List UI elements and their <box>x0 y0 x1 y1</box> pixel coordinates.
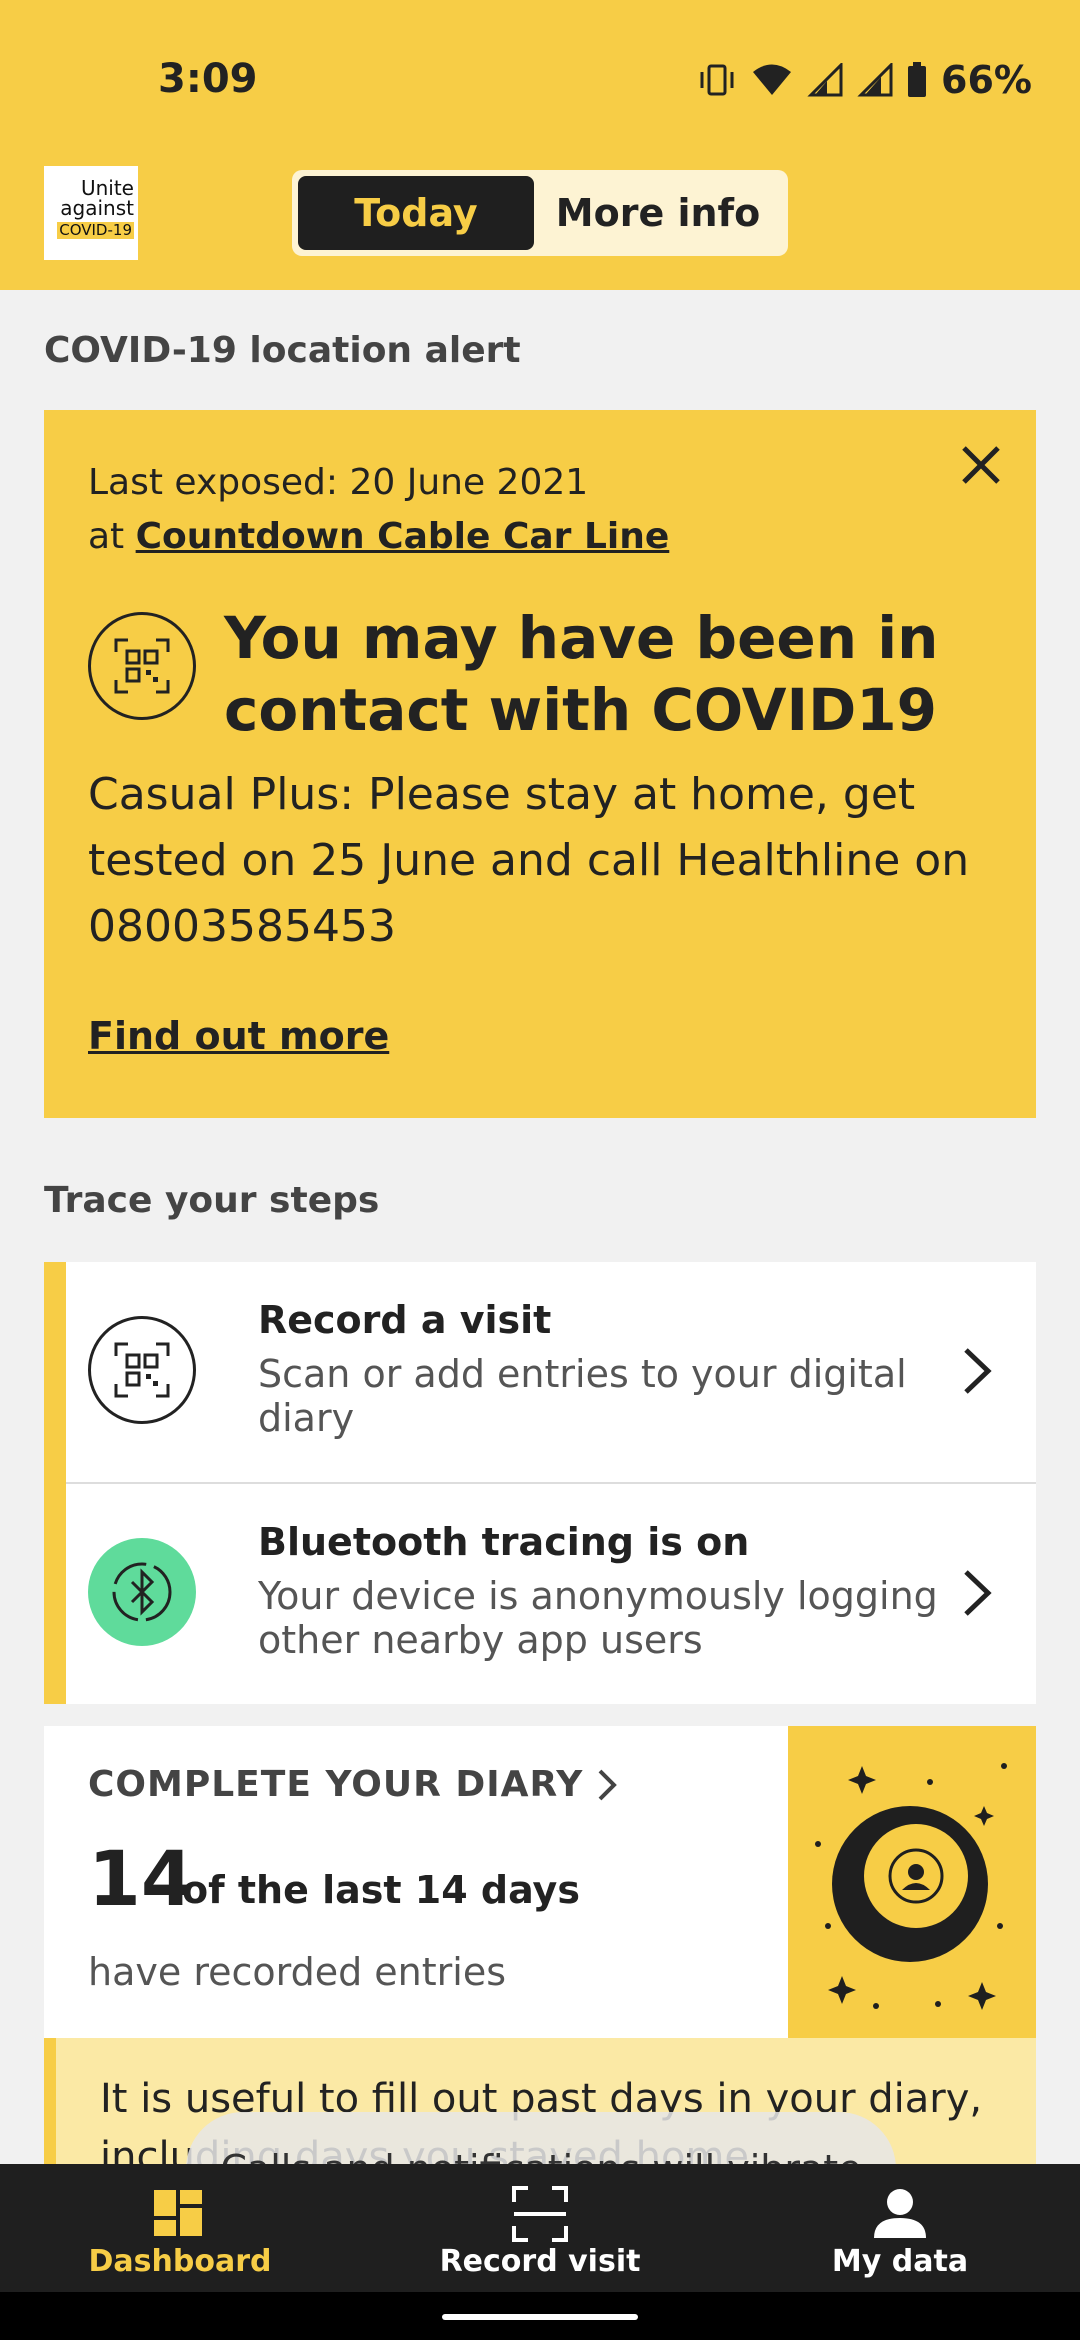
bottom-nav: Dashboard Record visit My data <box>0 2164 1080 2292</box>
status-time: 3:09 <box>158 56 258 102</box>
scan-icon <box>512 2186 568 2242</box>
last-exposed: Last exposed: 20 June 2021 <box>88 462 589 503</box>
nav-dashboard[interactable]: Dashboard <box>0 2164 360 2292</box>
diary-heading: COMPLETE YOUR DIARY <box>88 1764 618 1805</box>
tip-accent <box>44 2038 56 2164</box>
status-bar: 3:09 66% <box>0 0 1080 160</box>
app-logo: Unite against COVID-19 <box>44 166 138 260</box>
find-out-more-link[interactable]: Find out more <box>88 1014 389 1058</box>
tab-more-info[interactable]: More info <box>534 176 782 250</box>
diary-illustration <box>788 1726 1036 2038</box>
battery-percent: 66% <box>941 58 1032 102</box>
record-visit-title: Record a visit <box>258 1298 552 1342</box>
gesture-bar <box>0 2292 1080 2340</box>
record-visit-desc: Scan or add entries to your digital diar… <box>258 1352 907 1440</box>
logo-line1: Unite <box>80 176 134 200</box>
bluetooth-icon <box>88 1538 196 1646</box>
bluetooth-row[interactable]: Bluetooth tracing is on Your device is a… <box>66 1484 1036 1704</box>
steps-section-title: Trace your steps <box>44 1180 380 1221</box>
nav-my-data-label: My data <box>831 2244 969 2279</box>
wifi-icon <box>753 64 792 95</box>
view-switcher: Today More info <box>292 170 788 256</box>
signal-icon <box>807 63 843 97</box>
location-link[interactable]: Countdown Cable Car Line <box>136 516 670 557</box>
tab-today[interactable]: Today <box>298 176 534 250</box>
chevron-right-icon <box>598 1769 618 1800</box>
status-icons: 66% <box>697 58 1032 102</box>
alert-body: Casual Plus: Please stay at home, get te… <box>88 769 970 952</box>
dashboard-icon <box>154 2190 202 2236</box>
chevron-right-icon <box>964 1570 992 1616</box>
diary-count-suffix: of the last 14 days <box>182 1868 580 1912</box>
close-icon[interactable] <box>958 442 1004 488</box>
qr-code-icon <box>88 1316 196 1424</box>
home-handle[interactable] <box>442 2314 638 2320</box>
qr-code-icon <box>88 612 196 720</box>
exposure-alert-card: Last exposed: 20 June 2021 at Countdown … <box>44 410 1036 1118</box>
bluetooth-desc: Your device is anonymously logging other… <box>258 1574 938 1662</box>
diary-subtitle: have recorded entries <box>88 1950 506 1994</box>
alert-heading: You may have been in contact with COVID1… <box>224 604 939 744</box>
alert-section-title: COVID-19 location alert <box>44 330 521 371</box>
vibrate-icon <box>700 64 734 96</box>
nav-my-data[interactable]: My data <box>720 2164 1080 2292</box>
header: Unite against COVID-19 Today More info <box>0 160 1080 290</box>
steps-card: Record a visit Scan or add entries to yo… <box>44 1262 1036 1704</box>
chevron-right-icon <box>964 1348 992 1394</box>
battery-icon <box>908 62 927 97</box>
nav-record-visit[interactable]: Record visit <box>360 2164 720 2292</box>
diary-count: 14 <box>88 1834 194 1923</box>
logo-line2: against <box>60 196 134 220</box>
bluetooth-title: Bluetooth tracing is on <box>258 1520 750 1564</box>
nav-dashboard-label: Dashboard <box>88 2244 272 2279</box>
at-label: at <box>88 516 125 557</box>
record-visit-row[interactable]: Record a visit Scan or add entries to yo… <box>66 1262 1036 1482</box>
exposure-location: at Countdown Cable Car Line <box>88 516 669 557</box>
nav-record-visit-label: Record visit <box>439 2244 641 2279</box>
logo-line3: COVID-19 <box>57 221 134 239</box>
diary-heading-label: COMPLETE YOUR DIARY <box>88 1764 584 1805</box>
signal-roaming-icon <box>857 63 893 97</box>
diary-card[interactable]: COMPLETE YOUR DIARY 14 of the last 14 da… <box>44 1726 1036 2038</box>
person-icon <box>874 2189 926 2238</box>
